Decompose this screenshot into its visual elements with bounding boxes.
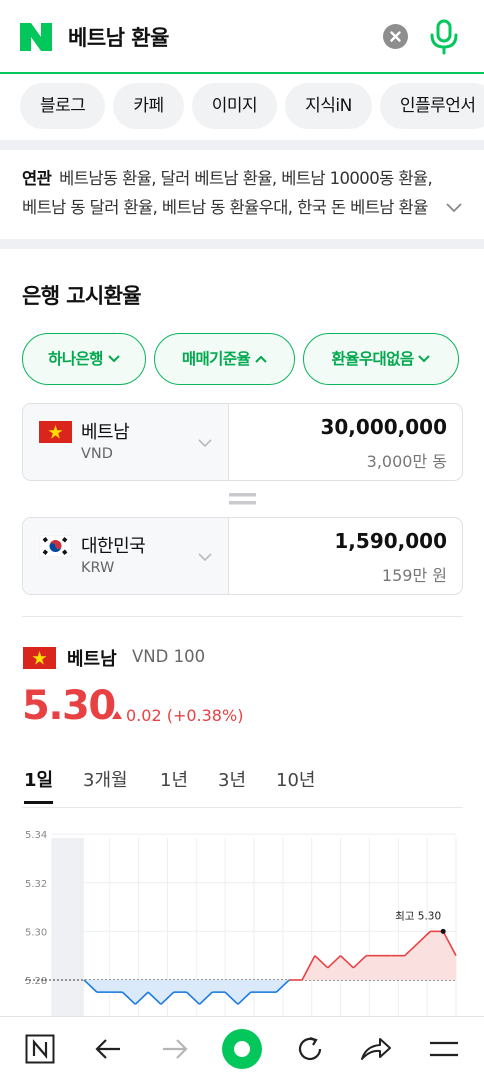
- section-gap: [0, 239, 484, 249]
- search-tabs: 블로그 카페 이미지 지식iN 인플루언서: [0, 74, 484, 140]
- chart-y-tick-label: 5.32: [25, 879, 47, 890]
- currency-name: 베트남: [81, 422, 130, 443]
- from-currency-box: 베트남 VND 30,000,000 3,000만 동: [22, 403, 463, 481]
- vietnam-flag-icon: [23, 647, 56, 669]
- rate-currency-name: 베트남: [67, 649, 117, 670]
- tab-kin[interactable]: 지식iN: [285, 83, 372, 129]
- rate-value: 5.30: [22, 683, 116, 729]
- rate-change: 0.02 (+0.38%): [112, 706, 243, 725]
- period-tab-1y[interactable]: 1년: [160, 766, 188, 802]
- refresh-icon[interactable]: [280, 1017, 340, 1081]
- related-label: 연관: [22, 169, 52, 188]
- chevron-down-icon: [418, 354, 431, 362]
- period-tabs: 1일 3개월 1년 3년 10년: [22, 762, 463, 808]
- period-tab-1d[interactable]: 1일: [24, 766, 54, 804]
- to-currency-select[interactable]: 대한민국 KRW: [23, 518, 229, 594]
- tab-blog[interactable]: 블로그: [20, 83, 106, 129]
- korea-flag-icon: [39, 535, 72, 557]
- back-icon[interactable]: [78, 1017, 138, 1081]
- to-currency-box: 대한민국 KRW 1,590,000 159만 원: [22, 517, 463, 595]
- chart-max-point: [440, 928, 446, 934]
- divider: [22, 616, 463, 617]
- rate-type-filter-button[interactable]: 매매기준율: [154, 333, 295, 385]
- from-amount-korean: 3,000만 동: [366, 452, 447, 471]
- chevron-up-icon: [255, 355, 267, 363]
- green-dot-icon[interactable]: [212, 1017, 272, 1081]
- to-amount-korean: 159만 원: [381, 566, 447, 585]
- chart-premarket-area: [52, 838, 84, 1018]
- equals-icon: [229, 493, 256, 505]
- chevron-down-icon: [108, 354, 120, 362]
- exchange-rate-chart[interactable]: 5.34 5.32 5.30 5.28 최고 5.30: [0, 818, 484, 1018]
- clear-search-button[interactable]: [383, 24, 408, 49]
- tab-influencer[interactable]: 인플루언서: [379, 83, 484, 129]
- chart-y-tick-label: 5.30: [25, 927, 47, 938]
- menu-icon[interactable]: [414, 1017, 474, 1081]
- up-arrow-icon: [112, 711, 122, 719]
- voice-search-icon[interactable]: [428, 19, 460, 55]
- bank-filter-button[interactable]: 하나은행: [22, 333, 146, 385]
- section-gap: [0, 140, 484, 150]
- period-tab-3y[interactable]: 3년: [218, 766, 246, 802]
- chevron-down-icon[interactable]: [444, 200, 464, 214]
- period-tab-3m[interactable]: 3개월: [83, 766, 128, 802]
- vietnam-flag-icon: [39, 421, 72, 443]
- from-currency-select[interactable]: 베트남 VND: [23, 404, 229, 480]
- period-tab-10y[interactable]: 10년: [276, 766, 315, 802]
- tab-cafe[interactable]: 카페: [113, 83, 184, 129]
- currency-name: 대한민국: [81, 536, 146, 557]
- naver-logo-icon[interactable]: [20, 23, 52, 51]
- tab-image[interactable]: 이미지: [191, 83, 278, 129]
- search-query[interactable]: 베트남 환율: [68, 22, 169, 52]
- share-icon[interactable]: [346, 1017, 406, 1081]
- related-keywords[interactable]: 베트남동 환율, 달러 베트남 환율, 베트남 10000동 환율, 베트남 동…: [22, 169, 433, 217]
- bottom-nav: [0, 1016, 484, 1081]
- search-bar: 베트남 환율: [0, 0, 484, 74]
- chevron-down-icon: [198, 553, 212, 562]
- close-icon: [390, 31, 401, 42]
- related-searches: 연관 베트남동 환율, 달러 베트남 환율, 베트남 10000동 환율, 베트남…: [0, 150, 484, 238]
- to-amount-input[interactable]: 1,590,000: [334, 529, 447, 553]
- rate-unit: VND 100: [132, 647, 206, 666]
- chart-y-tick-label: 5.34: [25, 830, 47, 841]
- preference-filter-button[interactable]: 환율우대없음: [303, 333, 459, 385]
- chevron-down-icon: [198, 439, 212, 448]
- currency-code: KRW: [81, 560, 115, 576]
- section-title: 은행 고시환율: [22, 284, 142, 308]
- forward-icon[interactable]: [145, 1017, 205, 1081]
- currency-code: VND: [81, 446, 113, 462]
- chart-max-label: 최고 5.30: [395, 910, 441, 922]
- chart-y-tick-label: 5.28: [25, 976, 47, 987]
- from-amount-input[interactable]: 30,000,000: [320, 415, 447, 439]
- naver-home-icon[interactable]: [10, 1017, 70, 1081]
